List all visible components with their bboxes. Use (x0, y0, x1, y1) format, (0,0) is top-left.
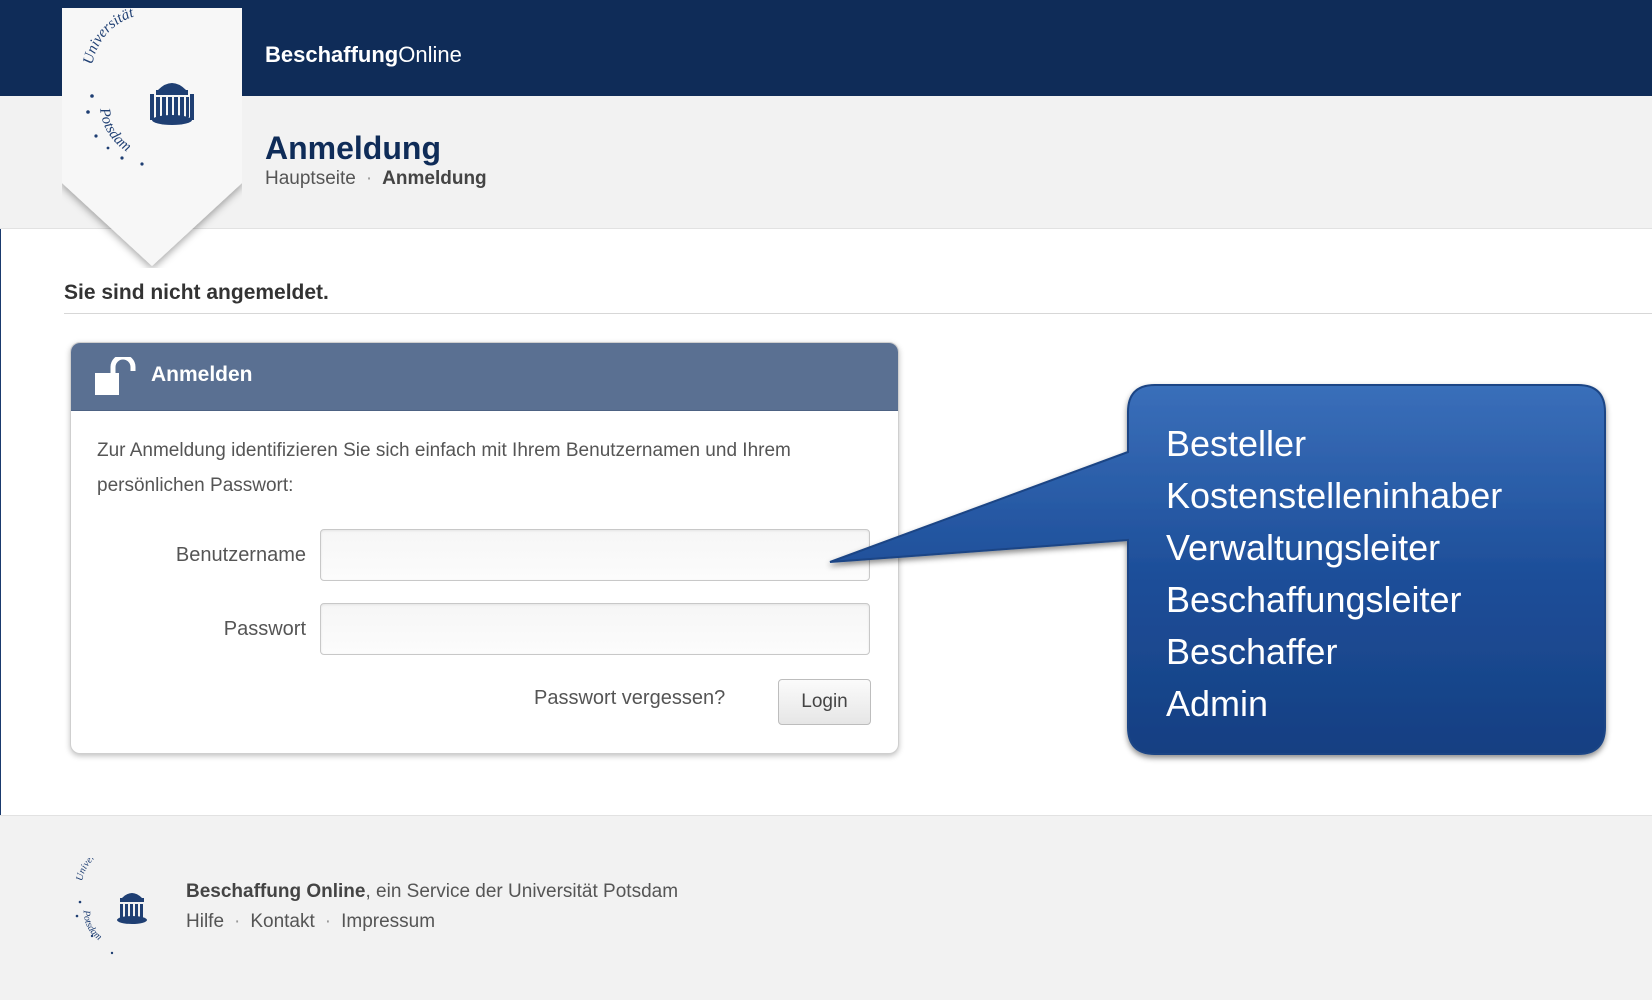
university-logo[interactable]: Universität Potsdam (62, 8, 242, 268)
role-item: Verwaltungsleiter (1166, 527, 1441, 568)
login-button[interactable]: Login (778, 679, 871, 725)
login-panel-title: Anmelden (151, 363, 253, 386)
footer-link-impressum[interactable]: Impressum (341, 911, 435, 932)
login-intro-text: Zur Anmeldung identifizieren Sie sich ei… (97, 440, 791, 496)
login-status-text: Sie sind nicht angemeldet. (64, 281, 329, 304)
username-input[interactable] (320, 529, 870, 581)
divider (64, 313, 1652, 314)
role-item: Beschaffer (1166, 631, 1338, 672)
page-footer (0, 815, 1652, 1000)
top-navigation-bar: BeschaffungOnline (0, 0, 1652, 96)
role-item: Beschaffungsleiter (1166, 579, 1462, 620)
footer-links: Hilfe · Kontakt · Impressum (186, 911, 436, 932)
footer-service-name: Beschaffung Online (186, 881, 366, 902)
unlocked-padlock-icon (95, 357, 136, 395)
svg-text:Universität: Universität (74, 858, 112, 882)
footer-service-text: Beschaffung Online, ein Service der Univ… (186, 881, 679, 902)
brand-name[interactable]: BeschaffungOnline (265, 42, 462, 68)
role-item: Kostenstelleninhaber (1166, 475, 1503, 516)
username-label: Benutzername (175, 544, 306, 566)
breadcrumb-current: Anmeldung (382, 168, 487, 189)
roles-list: Besteller Kostenstelleninhaber Verwaltun… (1166, 418, 1502, 730)
password-label: Passwort (223, 618, 306, 640)
breadcrumb-home-link[interactable]: Hauptseite (265, 168, 356, 189)
breadcrumb-separator: · (365, 168, 373, 189)
breadcrumb: Hauptseite · Anmeldung (265, 168, 487, 190)
login-panel-header: Anmelden (71, 343, 898, 411)
password-input[interactable] (320, 603, 870, 655)
svg-text:Potsdam: Potsdam (81, 909, 104, 943)
footer-building-icon (117, 893, 147, 924)
footer-link-kontakt[interactable]: Kontakt (250, 911, 314, 932)
footer-university-logo: Universität Potsdam (74, 858, 147, 955)
role-item: Besteller (1166, 423, 1307, 464)
forgot-password-link[interactable]: Passwort vergessen? (534, 687, 725, 710)
page-header (0, 96, 1652, 229)
page-title: Anmeldung (265, 130, 441, 166)
login-panel: Anmelden Zur Anmeldung identifizieren Si… (70, 342, 899, 754)
footer-link-hilfe[interactable]: Hilfe (186, 911, 224, 932)
role-item: Admin (1166, 683, 1269, 724)
